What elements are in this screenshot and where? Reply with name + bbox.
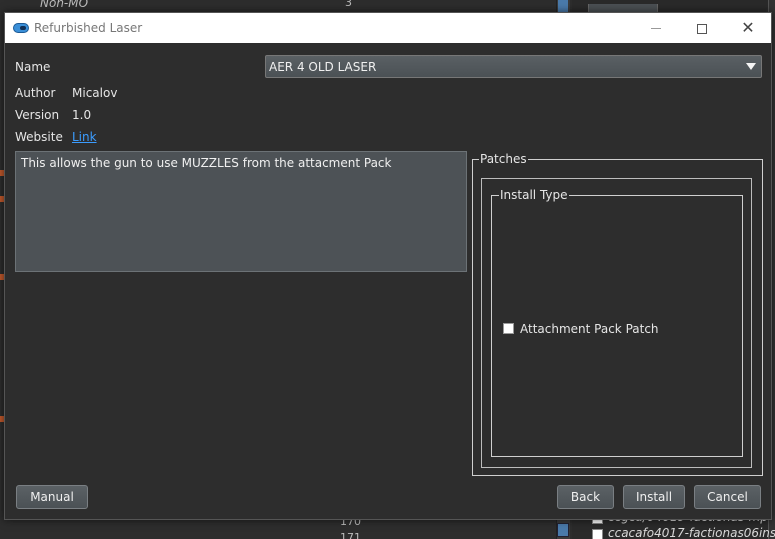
minimize-button[interactable] xyxy=(633,13,679,43)
chevron-down-icon xyxy=(746,63,756,70)
author-label: Author xyxy=(15,86,56,100)
cancel-button[interactable]: Cancel xyxy=(694,485,761,509)
app-icon xyxy=(13,23,29,33)
bg-scroll-down-button[interactable] xyxy=(557,523,569,537)
version-value: 1.0 xyxy=(72,108,92,122)
bg-list-checkbox[interactable] xyxy=(592,529,603,539)
maximize-button[interactable] xyxy=(679,13,725,43)
bg-row-count: 3 xyxy=(345,0,352,9)
manual-button[interactable]: Manual xyxy=(16,485,88,509)
name-dropdown-value: AER 4 OLD LASER xyxy=(269,60,377,74)
back-button[interactable]: Back xyxy=(557,485,614,509)
attachment-pack-patch-label[interactable]: Attachment Pack Patch xyxy=(520,322,659,336)
bg-row-number: 171 xyxy=(340,531,361,539)
window-title: Refurbished Laser xyxy=(34,21,143,35)
author-value: Micalov xyxy=(72,86,118,100)
version-label: Version xyxy=(15,108,60,122)
install-type-title: Install Type xyxy=(499,188,569,202)
close-icon: ✕ xyxy=(741,18,755,37)
attachment-pack-patch-checkbox[interactable] xyxy=(503,323,514,334)
bg-row-label: Non-MO xyxy=(40,0,89,10)
patches-group-title: Patches xyxy=(479,152,528,166)
bg-list-item[interactable]: ccacafo4017-factionas06inst xyxy=(608,526,775,539)
installer-dialog: Refurbished Laser ✕ Name AER 4 OLD LASER… xyxy=(4,12,772,520)
description-box[interactable]: This allows the gun to use MUZZLES from … xyxy=(15,151,467,272)
maximize-icon xyxy=(697,23,707,34)
title-bar[interactable]: Refurbished Laser ✕ xyxy=(5,13,771,43)
name-label: Name xyxy=(15,60,51,74)
name-dropdown[interactable]: AER 4 OLD LASER xyxy=(265,55,762,78)
website-link[interactable]: Link xyxy=(72,130,97,144)
minimize-icon xyxy=(651,28,661,29)
install-button[interactable]: Install xyxy=(623,485,685,509)
close-button[interactable]: ✕ xyxy=(725,13,771,43)
website-label: Website xyxy=(15,130,63,144)
